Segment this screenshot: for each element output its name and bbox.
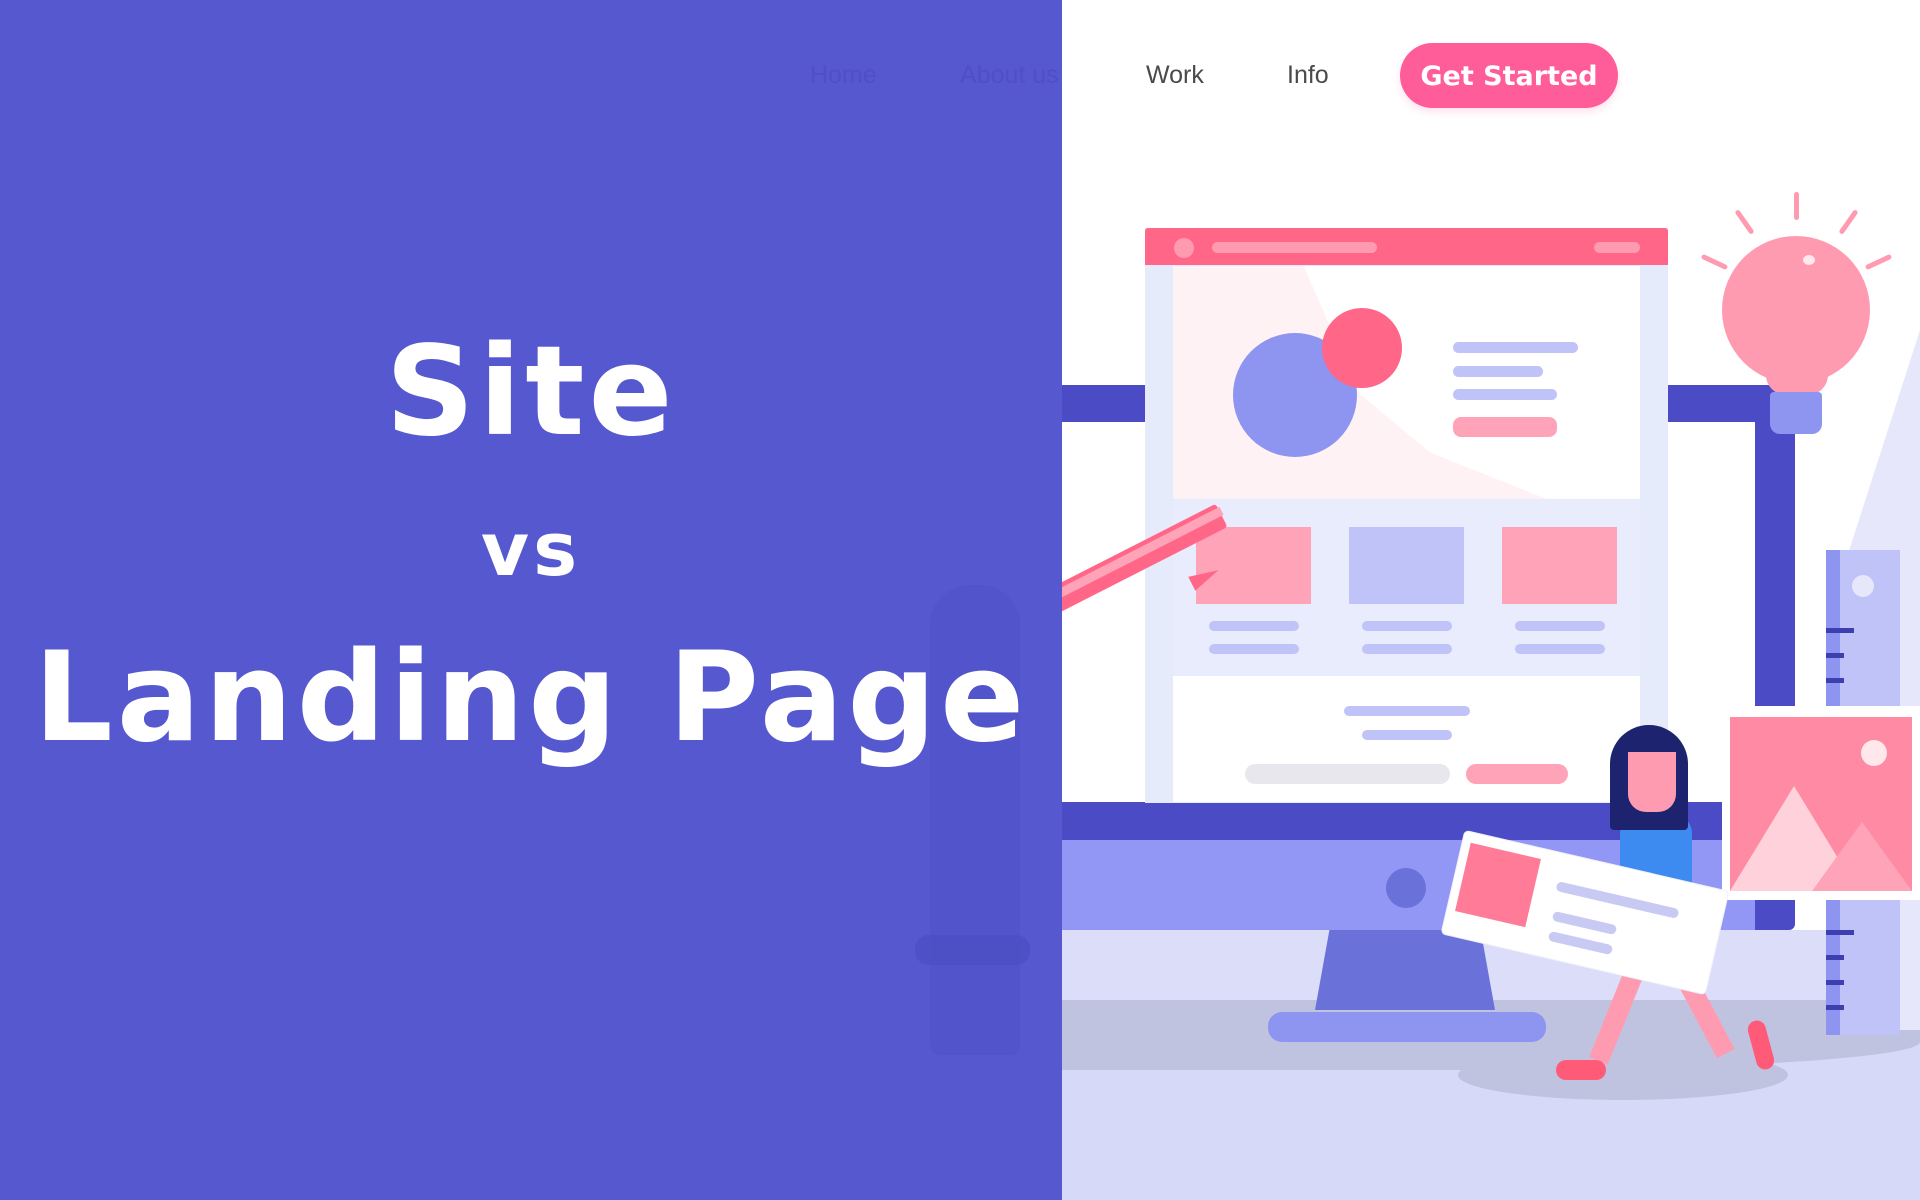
mockup-text-line xyxy=(1515,644,1605,654)
bulb-neck xyxy=(1766,350,1828,395)
hero-title-line2: Landing Page xyxy=(33,626,1029,770)
picture-sun xyxy=(1861,740,1887,766)
mockup-text-line xyxy=(1453,389,1557,400)
mockup-feature-card xyxy=(1196,527,1311,604)
nav-link-work[interactable]: Work xyxy=(1146,58,1204,92)
browser-menu-bar xyxy=(1594,242,1640,253)
ruler-tick xyxy=(1826,678,1844,683)
mockup-text-line xyxy=(1453,366,1543,377)
mockup-button-bar xyxy=(1466,764,1568,784)
mockup-feature-card xyxy=(1349,527,1464,604)
monitor-neck xyxy=(1315,930,1495,1010)
mockup-text-line xyxy=(1362,644,1452,654)
mockup-feature-card xyxy=(1502,527,1617,604)
bulb-ray xyxy=(1700,253,1729,271)
mockup-text-line xyxy=(1344,706,1470,716)
get-started-button[interactable]: Get Started xyxy=(1400,43,1618,108)
browser-logo-dot xyxy=(1174,238,1194,258)
mockup-text-line xyxy=(1515,621,1605,631)
hero-overlay-panel xyxy=(0,0,1062,1200)
ruler-tick xyxy=(1826,653,1844,658)
mockup-text-line xyxy=(1362,621,1452,631)
monitor-camera-dot xyxy=(1386,868,1426,908)
ruler-hole xyxy=(1852,575,1874,597)
overlay-faded-stool xyxy=(915,935,1030,965)
bulb-ray xyxy=(1838,209,1859,235)
hero-title-line1: Site xyxy=(385,320,677,464)
bulb-base xyxy=(1770,392,1822,434)
mockup-circle-red xyxy=(1322,308,1402,388)
mockup-text-line xyxy=(1209,644,1299,654)
mockup-input-bar xyxy=(1245,764,1450,784)
mockup-text-line xyxy=(1453,342,1578,353)
ruler-tick xyxy=(1826,955,1844,960)
nav-link-home[interactable]: Home xyxy=(810,58,877,92)
browser-url-bar xyxy=(1212,242,1377,253)
nav-link-about-us[interactable]: About us xyxy=(960,58,1059,92)
bulb-ray xyxy=(1734,209,1755,235)
woman-shadow xyxy=(1458,1050,1788,1100)
ruler-tick xyxy=(1826,1005,1844,1010)
mockup-text-line xyxy=(1362,730,1452,740)
ruler-tick xyxy=(1826,930,1854,935)
nav-link-info[interactable]: Info xyxy=(1287,58,1329,92)
woman-shoe xyxy=(1556,1060,1606,1080)
woman-face xyxy=(1628,752,1676,812)
bulb-shine xyxy=(1803,255,1815,265)
bulb-ray xyxy=(1864,253,1893,271)
hero-title-vs: vs xyxy=(480,507,582,593)
monitor-base xyxy=(1268,1012,1546,1042)
ruler-tick xyxy=(1826,628,1854,633)
mockup-cta-bar xyxy=(1453,417,1557,437)
mockup-text-line xyxy=(1209,621,1299,631)
ruler-tick xyxy=(1826,980,1844,985)
bulb-ray xyxy=(1794,192,1799,220)
